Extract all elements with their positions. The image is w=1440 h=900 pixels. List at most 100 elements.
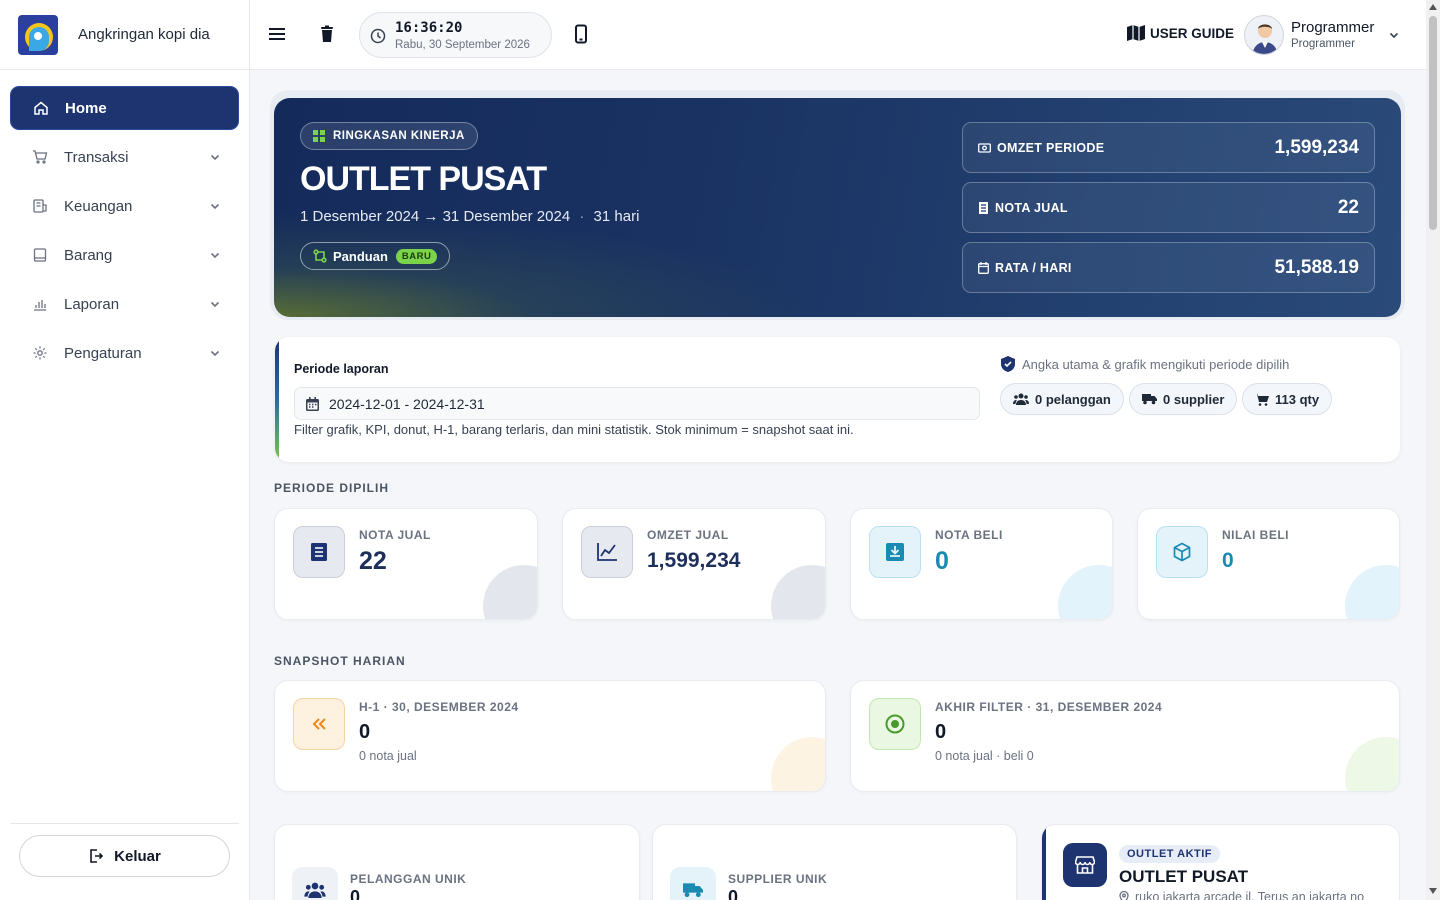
- outlet-accent: [1042, 825, 1046, 900]
- card-label: NILAI BELI: [1222, 528, 1289, 542]
- card-label: SUPPLIER UNIK: [728, 872, 828, 886]
- user-role: Programmer: [1291, 38, 1355, 50]
- card-icon-box: [293, 698, 345, 750]
- logout-button[interactable]: Keluar: [19, 835, 230, 877]
- brand[interactable]: Angkringan kopi dia: [0, 0, 249, 70]
- new-badge: BARU: [395, 248, 438, 264]
- hero-days: 31 hari: [593, 208, 640, 225]
- card-icon-box: [293, 526, 345, 578]
- sidebar-item-laporan[interactable]: Laporan: [10, 282, 239, 326]
- user-name[interactable]: Programmer: [1291, 19, 1374, 36]
- outlet-badge: OUTLET AKTIF: [1119, 845, 1221, 863]
- outlet-address-text: ruko jakarta arcade jl. Terus an jakarta…: [1135, 890, 1365, 900]
- card-decoration: [483, 565, 537, 619]
- card-snapshot-akhir[interactable]: AKHIR FILTER · 31, DESEMBER 2024 0 0 not…: [850, 680, 1400, 792]
- topbar: 16:36:20 Rabu, 30 September 2026 USER GU…: [250, 0, 1426, 70]
- section-title-snapshot: SNAPSHOT HARIAN: [274, 654, 406, 668]
- trash-icon[interactable]: [317, 24, 337, 44]
- card-pelanggan-unik[interactable]: PELANGGAN UNIK 0: [274, 824, 640, 900]
- sidebar-item-keuangan[interactable]: Keuangan: [10, 184, 239, 228]
- card-icon-box: [869, 526, 921, 578]
- kpi-omzet-periode: OMZET PERIODE 1,599,234: [962, 122, 1375, 173]
- logout-label: Keluar: [114, 847, 161, 865]
- truck-icon: [1142, 394, 1157, 405]
- download-box-icon: [886, 543, 904, 561]
- money-icon: [978, 142, 991, 153]
- sidebar-item-label: Keuangan: [64, 197, 133, 215]
- sidebar-item-barang[interactable]: Barang: [10, 233, 239, 277]
- date-range-input[interactable]: 2024-12-01 - 2024-12-31: [294, 387, 980, 420]
- avatar[interactable]: [1244, 15, 1284, 55]
- menu-icon[interactable]: [267, 24, 287, 44]
- guide-label: Panduan: [333, 248, 388, 264]
- card-supplier-unik[interactable]: SUPPLIER UNIK 0: [652, 824, 1017, 900]
- user-avatar-icon: [1252, 24, 1278, 54]
- card-omzet-jual[interactable]: OMZET JUAL 1,599,234: [562, 508, 826, 620]
- card-decoration: [1345, 565, 1399, 619]
- card-snapshot-h1[interactable]: H-1 · 30, DESEMBER 2024 0 0 nota jual: [274, 680, 826, 792]
- card-decoration: [771, 737, 825, 791]
- chevron-down-icon[interactable]: [1388, 29, 1400, 41]
- clock-icon: [370, 28, 386, 44]
- user-guide-button[interactable]: USER GUIDE: [1126, 24, 1234, 42]
- sidebar-item-pengaturan[interactable]: Pengaturan: [10, 331, 239, 375]
- card-icon-box: [869, 698, 921, 750]
- shield-check-icon: [1001, 356, 1015, 372]
- card-label: AKHIR FILTER · 31, DESEMBER 2024: [935, 700, 1163, 714]
- card-value: 1,599,234: [647, 549, 741, 572]
- chip-label: 0 pelanggan: [1035, 391, 1111, 407]
- card-subtext: 0 nota jual: [359, 749, 417, 763]
- panel-accent: [275, 337, 279, 462]
- location-icon: [1119, 891, 1129, 900]
- chip-pelanggan[interactable]: 0 pelanggan: [1000, 383, 1124, 415]
- user-guide-label: USER GUIDE: [1150, 25, 1235, 41]
- hero-badge: RINGKASAN KINERJA: [300, 122, 478, 150]
- card-label: PELANGGAN UNIK: [350, 872, 467, 886]
- card-label: H-1 · 30, DESEMBER 2024: [359, 700, 519, 714]
- chevron-down-icon: [210, 301, 220, 308]
- hero-title: OUTLET PUSAT: [300, 160, 547, 198]
- card-value: 0: [350, 887, 361, 900]
- card-icon-box: [1156, 526, 1208, 578]
- scrollbar-thumb[interactable]: [1429, 16, 1437, 230]
- sidebar-item-label: Pengaturan: [64, 344, 142, 362]
- sidebar-item-label: Home: [65, 99, 107, 117]
- filter-note: Angka utama & grafik mengikuti periode d…: [1001, 356, 1289, 372]
- app-logo-icon: [18, 14, 58, 55]
- finance-icon: [33, 199, 47, 213]
- sidebar-item-home[interactable]: Home: [10, 86, 239, 130]
- card-nota-beli[interactable]: NOTA BELI 0: [850, 508, 1113, 620]
- hero-start-date: 1 Desember 2024: [300, 208, 420, 225]
- kpi-label: OMZET PERIODE: [997, 140, 1105, 155]
- card-outlet-aktif[interactable]: OUTLET AKTIF OUTLET PUSAT ruko jakarta a…: [1041, 824, 1400, 900]
- clock-widget: 16:36:20 Rabu, 30 September 2026: [359, 12, 552, 58]
- mobile-icon[interactable]: [571, 24, 591, 44]
- card-decoration: [1345, 737, 1399, 791]
- receipt-icon: [979, 201, 988, 214]
- card-icon-box: [292, 867, 338, 900]
- card-nilai-beli[interactable]: NILAI BELI 0: [1137, 508, 1400, 620]
- chip-qty[interactable]: 113 qty: [1242, 383, 1333, 415]
- kpi-nota-jual: NOTA JUAL 22: [962, 182, 1375, 233]
- kpi-label: RATA / HARI: [995, 260, 1072, 275]
- chevrons-left-icon: [312, 718, 326, 730]
- card-label: NOTA BELI: [935, 528, 1003, 542]
- kpi-value: 1,599,234: [1274, 136, 1359, 158]
- app-name: Angkringan kopi dia: [78, 26, 210, 43]
- box-icon: [33, 248, 47, 262]
- kpi-value: 51,588.19: [1274, 256, 1359, 278]
- card-label: OMZET JUAL: [647, 528, 729, 542]
- line-chart-icon: [597, 543, 617, 561]
- filter-note-text: Angka utama & grafik mengikuti periode d…: [1022, 356, 1290, 372]
- guide-button[interactable]: Panduan BARU: [300, 242, 451, 270]
- page-scrollbar[interactable]: [1426, 0, 1440, 900]
- kpi-rata-hari: RATA / HARI 51,588.19: [962, 242, 1375, 293]
- cart-icon: [33, 150, 48, 164]
- sidebar-item-transaksi[interactable]: Transaksi: [10, 135, 239, 179]
- sidebar-nav: Home Transaksi Keuangan Barang Laporan P…: [0, 70, 249, 375]
- chip-supplier[interactable]: 0 supplier: [1129, 383, 1238, 415]
- users-icon: [1013, 393, 1029, 405]
- route-icon: [313, 249, 327, 263]
- card-label: NOTA JUAL: [359, 528, 431, 542]
- card-nota-jual[interactable]: NOTA JUAL 22: [274, 508, 538, 620]
